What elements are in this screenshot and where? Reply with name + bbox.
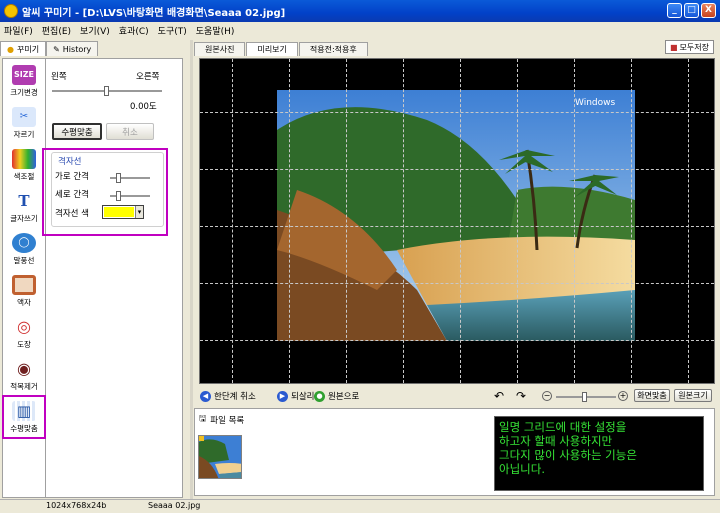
save-icon: ■ [669, 42, 678, 52]
tool-frame[interactable]: 액자 [4, 271, 44, 311]
title-bar: 알씨 꾸미기 - [D:\LVS\바탕화면 배경화면\Seaaa 02.jpg]… [0, 0, 720, 22]
tool-sidebar: SIZE 크기변경 ✂ 자르기 색조절 T 글자쓰기 ◯ 말풍선 액자 ◎ 도장… [2, 58, 46, 498]
tool-resize[interactable]: SIZE 크기변경 [4, 61, 44, 101]
tool-stamp[interactable]: ◎ 도장 [4, 313, 44, 353]
cancel-button[interactable]: 취소 [106, 123, 154, 140]
grid-line [200, 169, 714, 170]
minimize-button[interactable]: _ [667, 3, 682, 18]
text-icon: T [18, 191, 30, 210]
grid-highlight-annotation [42, 148, 168, 236]
status-bar: 1024x768x24b Seaaa 02.jpg [0, 499, 720, 513]
grid-line [574, 59, 575, 383]
menu-view[interactable]: 보기(V) [80, 24, 110, 37]
rotate-right-button[interactable]: ↷ [516, 389, 526, 403]
zoom-slider[interactable] [556, 392, 616, 402]
angle-slider[interactable] [52, 86, 162, 96]
zoom-out-button[interactable]: − [542, 391, 552, 401]
thumbnail-image [199, 436, 241, 478]
tool-color-adjust[interactable]: 색조절 [4, 145, 44, 185]
color-adjust-icon [12, 148, 36, 169]
tool-speech-bubble[interactable]: ◯ 말풍선 [4, 229, 44, 269]
redo-icon: ▶ [277, 390, 288, 402]
menu-edit[interactable]: 편집(E) [42, 24, 71, 37]
windows-watermark: Windows [575, 98, 615, 108]
menu-bar: 파일(F) 편집(E) 보기(V) 효과(C) 도구(T) 도움말(H) [0, 22, 720, 38]
restore-original-button[interactable]: ● 원본으로 [314, 390, 359, 402]
file-thumbnail[interactable] [198, 435, 242, 479]
red-eye-icon: ◉ [17, 359, 31, 378]
grid-line [517, 59, 518, 383]
image-canvas[interactable]: Windows [199, 58, 715, 384]
right-label: 오른쪽 [136, 72, 160, 82]
grid-line [200, 340, 714, 341]
undo-icon: ◀ [200, 390, 211, 402]
image-dimensions: 1024x768x24b [46, 501, 107, 510]
tab-decorate[interactable]: ● 꾸미기 [0, 41, 47, 56]
save-all-button[interactable]: ■ 모두저장 [664, 40, 714, 54]
tab-history[interactable]: ✎ History [46, 41, 99, 56]
panel-splitter[interactable] [190, 40, 193, 500]
tab-original[interactable]: 원본사진 [194, 42, 246, 56]
angle-slider-thumb[interactable] [104, 86, 109, 96]
grid-line [688, 59, 689, 383]
grid-line [403, 59, 404, 383]
left-tabs: ● 꾸미기 ✎ History [0, 40, 190, 56]
grid-line [200, 283, 714, 284]
tool-red-eye[interactable]: ◉ 적목제거 [4, 355, 44, 395]
level-apply-button[interactable]: 수평맞춤 [52, 123, 102, 140]
actual-size-button[interactable]: 원본크기 [674, 389, 712, 402]
level-icon: ▥ [12, 400, 36, 421]
left-label: 왼쪽 [51, 72, 67, 82]
menu-file[interactable]: 파일(F) [4, 24, 33, 37]
close-button[interactable]: X [701, 3, 716, 18]
angle-value: 0.00도 [130, 102, 157, 112]
zoom-in-button[interactable]: + [618, 391, 628, 401]
stamp-icon: ◎ [17, 317, 31, 336]
tool-level[interactable]: ▥ 수평맞춤 [2, 395, 46, 439]
grid-line [346, 59, 347, 383]
frame-icon [12, 274, 36, 295]
menu-tools[interactable]: 도구(T) [158, 24, 187, 37]
beach-image: Windows [277, 90, 635, 341]
grid-line [232, 59, 233, 383]
undo-button[interactable]: ◀ 한단계 취소 [200, 390, 256, 402]
window-title: 알씨 꾸미기 - [D:\LVS\바탕화면 배경화면\Seaaa 02.jpg] [22, 7, 286, 19]
grid-line [200, 112, 714, 113]
grid-line [200, 226, 714, 227]
annotation-note: 일명 그리드에 대한 설정을 하고자 할때 사용하지만 그다지 많이 사용하는 … [494, 416, 704, 491]
level-settings-panel: 왼쪽 오른쪽 0.00도 수평맞춤 취소 격자선 가로 간격 세로 간격 격자선… [46, 58, 183, 498]
grid-line [289, 59, 290, 383]
window-controls: _ □ X [667, 3, 716, 18]
disk-icon: 🖫 [199, 414, 207, 424]
view-tabs: 원본사진 미리보기 적용전:적용후 [194, 40, 368, 56]
file-list-header: 🖫 파일 목록 [199, 414, 245, 426]
speech-bubble-icon: ◯ [12, 232, 36, 253]
fit-screen-button[interactable]: 화면맞춤 [634, 389, 670, 402]
restore-icon: ● [314, 390, 325, 402]
maximize-button[interactable]: □ [684, 3, 699, 18]
grid-line [631, 59, 632, 383]
rotate-left-button[interactable]: ↶ [494, 389, 504, 403]
sun-icon: ● [7, 44, 14, 54]
tab-preview[interactable]: 미리보기 [246, 42, 298, 56]
tool-text[interactable]: T 글자쓰기 [4, 187, 44, 227]
beach-photo: Windows [277, 90, 635, 341]
menu-help[interactable]: 도움말(H) [196, 24, 235, 37]
pencil-icon: ✎ [53, 44, 60, 54]
tab-before-after[interactable]: 적용전:적용후 [298, 42, 368, 56]
tool-crop[interactable]: ✂ 자르기 [4, 103, 44, 143]
zoom-slider-thumb[interactable] [582, 392, 587, 402]
menu-effects[interactable]: 효과(C) [119, 24, 149, 37]
app-icon [4, 4, 18, 18]
file-name: Seaaa 02.jpg [148, 501, 201, 510]
grid-line [460, 59, 461, 383]
size-icon: SIZE [12, 64, 36, 85]
canvas-controls: ◀ 한단계 취소 ▶ 되살리기 ● 원본으로 ↶ ↷ − + 화면맞춤 원본크기 [194, 388, 714, 404]
scissors-icon: ✂ [12, 106, 36, 127]
